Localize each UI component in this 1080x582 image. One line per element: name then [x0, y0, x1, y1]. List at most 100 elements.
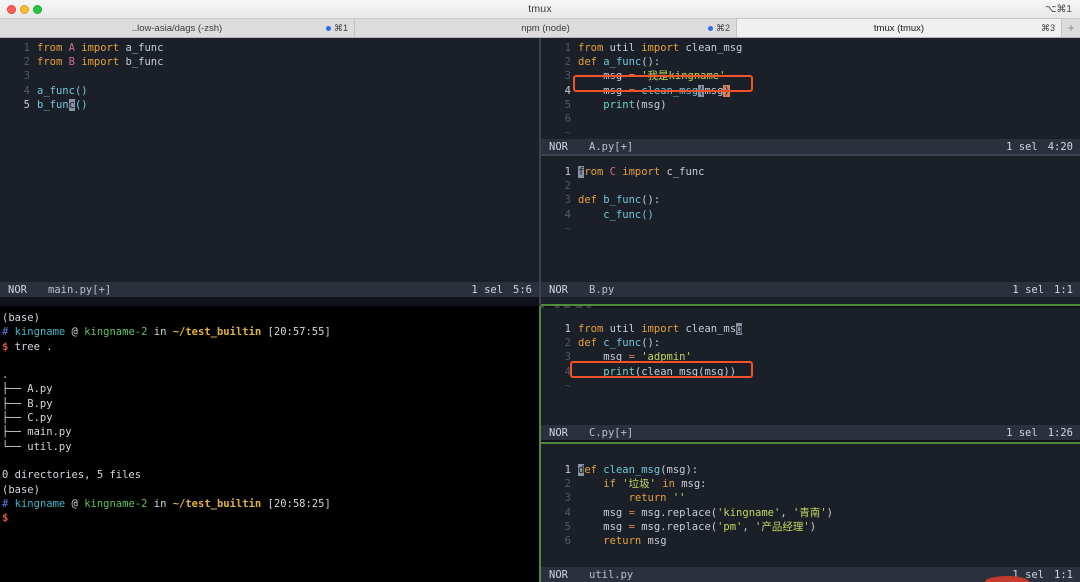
- tab-meta: ⌘1: [325, 22, 348, 34]
- terminal-output[interactable]: (base) # kingname @ kingname-2 in ~/test_…: [2, 311, 331, 525]
- code-token: from: [578, 323, 610, 335]
- tab-npm-node[interactable]: npm (node) ⌘2: [355, 19, 737, 37]
- tab-shortcut: ⌘1: [333, 22, 348, 33]
- pane-divider-horizontal-right-active[interactable]: [541, 304, 1080, 306]
- terminal-line: $ tree .: [2, 340, 331, 354]
- pane-divider-c-util-active[interactable]: [541, 442, 1080, 444]
- line-number: 1: [564, 323, 571, 335]
- code-line: 2 from B import b_func: [0, 55, 539, 69]
- code-token: (clean_msg(msg)): [634, 365, 737, 378]
- window-title: tmux: [528, 3, 552, 15]
- code-token: import: [615, 166, 667, 178]
- terminal-token: in: [147, 326, 173, 339]
- terminal-token: ├── A.py: [2, 383, 53, 396]
- line-number: 4: [564, 84, 571, 97]
- tab-meta: ⌘3: [1041, 23, 1055, 34]
- decorative-red-blob: [985, 576, 1029, 582]
- code-line: 2: [541, 179, 1080, 193]
- pane-divider-horizontal-left[interactable]: [0, 297, 539, 306]
- code-token: return: [578, 535, 648, 548]
- code-line: 6: [541, 112, 1080, 126]
- pane-main-py[interactable]: 1 from A import a_func 2 from B import b_fu…: [0, 38, 539, 304]
- activity-dot-icon: [325, 25, 331, 31]
- pane-divider-vertical-bottom[interactable]: [539, 306, 541, 582]
- terminal-line: # kingname @ kingname-2 in ~/test_builti…: [2, 325, 331, 339]
- terminal-token: (base): [2, 483, 40, 496]
- code-token: 'kingname': [717, 506, 781, 519]
- code-token: c_func(): [578, 208, 654, 221]
- code-token: msg: [578, 520, 629, 533]
- code-token: print: [578, 98, 635, 111]
- editor-content-a-py[interactable]: 1 from util import clean_msg 2 def a_func()…: [541, 38, 1080, 140]
- editor-content-b-py[interactable]: 1 from C import c_func 2 3 def b_func(): 4 c_…: [541, 156, 1080, 236]
- code-line: 3 def b_func():: [541, 193, 1080, 207]
- terminal-token: ├── C.py: [2, 412, 53, 425]
- new-tab-button[interactable]: +: [1062, 19, 1080, 37]
- vim-cursor-position: 1:1: [1054, 568, 1073, 581]
- code-line: 2 if '垃圾' in msg:: [541, 477, 1080, 491]
- terminal-line: # kingname @ kingname-2 in ~/test_builti…: [2, 497, 331, 511]
- tab-zsh[interactable]: ..low-asia/dags (-zsh) ⌘1: [0, 19, 355, 37]
- code-token: import: [634, 42, 686, 54]
- vim-cursor-position: 4:20: [1047, 140, 1073, 153]
- activity-dot-icon: [707, 25, 713, 31]
- pane-divider-a-b[interactable]: [541, 154, 1080, 156]
- vim-status-right: 1 sel 1:1: [962, 272, 1080, 308]
- pane-divider-vertical-top[interactable]: [539, 38, 541, 304]
- code-line: 1 from A import a_func: [0, 41, 539, 55]
- code-line: 5 print(msg): [541, 98, 1080, 112]
- code-line: 4 msg = msg.replace('kingname', '青南'): [541, 506, 1080, 520]
- terminal-token: ├── main.py: [2, 426, 72, 439]
- tab-label: npm (node): [521, 22, 570, 34]
- code-line: 1 from C import c_func: [541, 165, 1080, 179]
- vim-filename: util.py: [589, 568, 634, 581]
- terminal-token: @: [65, 497, 85, 510]
- statusline-c-py: NOR C.py[+] 1 sel 1:26: [541, 425, 1080, 440]
- terminal-line: ├── A.py: [2, 382, 331, 396]
- editor-content-util-py[interactable]: 1 def clean_msg(msg): 2 if '垃圾' in msg: 3 r…: [541, 444, 1080, 548]
- code-token: rom: [584, 166, 610, 178]
- code-token: '产品经理': [755, 520, 810, 533]
- editor-content-c-py[interactable]: 1 from util import clean_msg 2 def c_func()…: [541, 308, 1080, 393]
- code-token: =: [628, 70, 642, 83]
- tab-bar: ..low-asia/dags (-zsh) ⌘1 npm (node) ⌘2 …: [0, 19, 1080, 38]
- code-line: 6 return msg: [541, 534, 1080, 548]
- statusline-b-py: NOR B.py 1 sel 1:1: [541, 282, 1080, 297]
- vim-selection-count: 1 sel: [471, 283, 504, 296]
- terminal-line: ├── main.py: [2, 425, 331, 439]
- code-token: msg: [578, 84, 629, 97]
- code-token: b_func: [603, 194, 642, 207]
- terminal-token: [20:57:55]: [261, 326, 331, 339]
- terminal-token: 0 directories, 5 files: [2, 469, 142, 482]
- vim-cursor-position: 1:26: [1047, 426, 1073, 439]
- tab-tmux[interactable]: tmux (tmux) ⌘3: [737, 19, 1062, 37]
- vim-mode: NOR: [549, 283, 568, 296]
- code-token: util: [609, 42, 635, 54]
- terminal-line: ├── B.py: [2, 397, 331, 411]
- vim-selection-count: 1 sel: [1006, 426, 1038, 439]
- statusline-a-py: NOR A.py[+] 1 sel 4:20: [541, 139, 1080, 154]
- editor-content-main-py[interactable]: 1 from A import a_func 2 from B import b_fu…: [0, 38, 539, 112]
- code-line: 2 def a_func():: [541, 55, 1080, 69]
- terminal-token: $: [2, 512, 9, 525]
- code-token: import: [634, 323, 686, 335]
- line-number: 5: [564, 520, 571, 533]
- line-number: 3: [23, 70, 30, 83]
- code-token: '青南': [792, 506, 827, 519]
- terminal-token: kingname-2: [84, 497, 148, 510]
- tab-shortcut: ⌘3: [1040, 22, 1055, 33]
- app-window: tmux ⌥⌘1 ..low-asia/dags (-zsh) ⌘1 npm (…: [0, 0, 1080, 582]
- terminal-line: .: [2, 368, 331, 382]
- code-token: in: [655, 478, 682, 491]
- code-token: ): [809, 520, 817, 533]
- code-token: 'pm': [717, 520, 743, 533]
- vim-tilde-marker: ~: [564, 222, 571, 235]
- pane-terminal[interactable]: (base) # kingname @ kingname-2 in ~/test_…: [0, 306, 539, 582]
- terminal-token: #: [2, 326, 15, 339]
- line-number: 2: [564, 337, 571, 350]
- code-token: msg: [578, 351, 629, 364]
- code-token: clean_msg: [603, 464, 661, 476]
- code-token: ,: [780, 506, 793, 519]
- tab-label: ..low-asia/dags (-zsh): [131, 22, 223, 34]
